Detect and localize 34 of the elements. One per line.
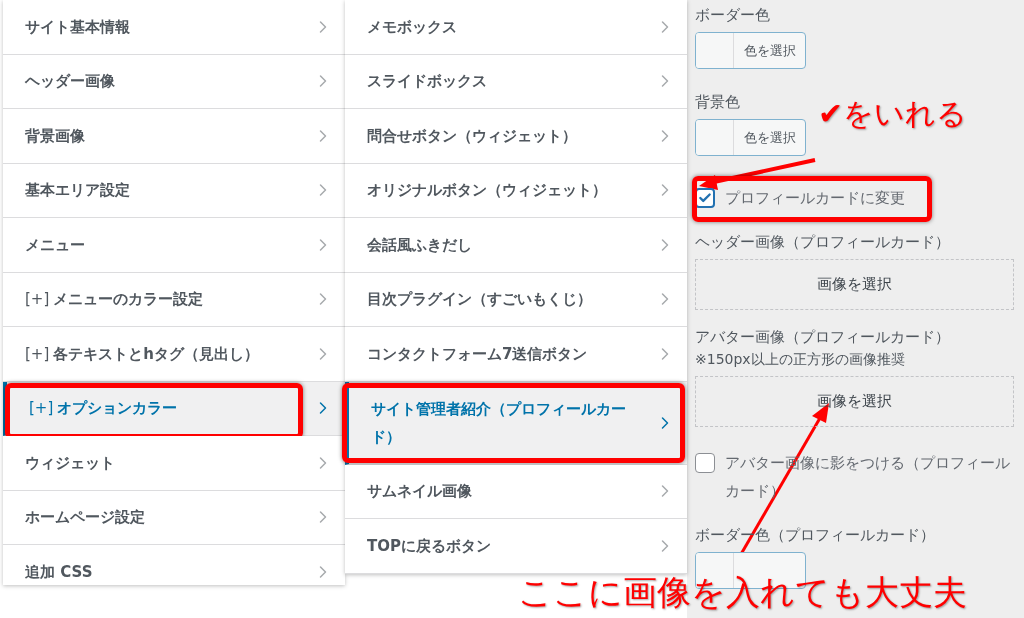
- menu-item[interactable]: スライドボックス: [345, 54, 687, 109]
- menu-item[interactable]: メモボックス: [345, 0, 687, 55]
- menu-item[interactable]: 背景画像: [3, 109, 345, 164]
- field-label: ボーダー色（プロフィールカード）: [695, 525, 935, 546]
- menu-item[interactable]: ウィジェット: [3, 436, 345, 491]
- menu-item[interactable]: 問合せボタン（ウィジェット）: [345, 109, 687, 164]
- field-label: ヘッダー画像（プロフィールカード）: [695, 232, 950, 253]
- menu-item[interactable]: サイト基本情報: [3, 0, 345, 55]
- menu-item[interactable]: 追加 CSS: [3, 545, 345, 585]
- menu-item[interactable]: ホームページ設定: [3, 490, 345, 545]
- menu-item[interactable]: [+] メニューのカラー設定: [3, 272, 345, 327]
- menu-item[interactable]: オリジナルボタン（ウィジェット）: [345, 163, 687, 218]
- checkbox[interactable]: [695, 453, 715, 473]
- color-picker-button[interactable]: 色を選択: [695, 32, 806, 69]
- menu-item[interactable]: コンタクトフォーム7送信ボタン: [345, 327, 687, 382]
- menu-item[interactable]: 基本エリア設定: [3, 163, 345, 218]
- field-label: アバター画像（プロフィールカード）: [695, 327, 950, 348]
- menu-item[interactable]: ヘッダー画像: [3, 54, 345, 109]
- color-picker-button[interactable]: 色を選択: [695, 119, 806, 156]
- field-label: 背景色: [695, 92, 740, 113]
- menu-item[interactable]: [+] 各テキストとhタグ（見出し）: [3, 327, 345, 382]
- annotation-text: ここに画像を入れても大丈夫: [518, 572, 967, 612]
- menu-item[interactable]: TOPに戻るボタン: [345, 519, 687, 574]
- check-icon: [698, 191, 712, 205]
- annotation-text: ✔をいれる: [818, 95, 968, 133]
- menu-item[interactable]: サムネイル画像: [345, 464, 687, 519]
- menu-item[interactable]: 会話風ふきだし: [345, 218, 687, 273]
- checkbox[interactable]: [695, 188, 715, 208]
- field-note: ※150px以上の正方形の画像推奨: [695, 350, 905, 369]
- menu-item[interactable]: メニュー: [3, 218, 345, 273]
- menu-item[interactable]: 目次プラグイン（すごいもくじ）: [345, 272, 687, 327]
- checkbox-label: プロフィールカードに変更: [725, 188, 905, 209]
- field-label: ボーダー色: [695, 5, 770, 26]
- select-image-button[interactable]: 画像を選択: [695, 259, 1014, 310]
